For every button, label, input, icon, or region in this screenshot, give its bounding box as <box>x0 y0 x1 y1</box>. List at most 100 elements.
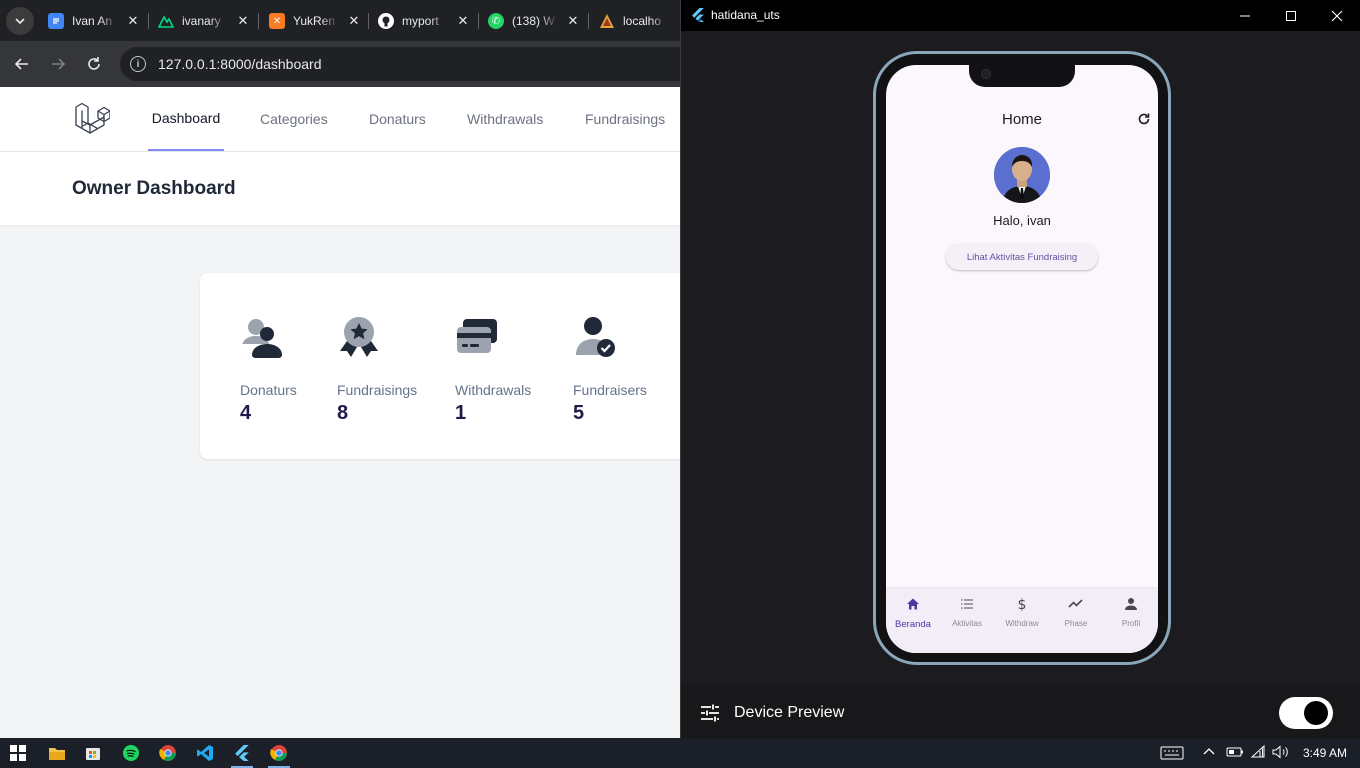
nav-label: Fundraisings <box>585 111 666 127</box>
close-icon[interactable]: ✕ <box>456 13 470 29</box>
reload-button[interactable] <box>81 51 107 77</box>
tab-search-button[interactable] <box>6 7 34 35</box>
start-button[interactable] <box>3 741 33 765</box>
forward-button[interactable] <box>45 51 71 77</box>
taskbar-spotify[interactable] <box>116 741 146 765</box>
tab-title: (138) W <box>512 14 555 28</box>
taskbar-vscode[interactable] <box>190 741 220 765</box>
github-icon <box>378 13 394 29</box>
svg-text:$: $ <box>1018 597 1027 612</box>
tray-wifi-icon[interactable] <box>1250 744 1266 762</box>
close-icon[interactable]: ✕ <box>347 13 361 29</box>
windows-logo-icon <box>10 745 26 761</box>
laravel-logo-icon[interactable] <box>74 101 110 137</box>
address-bar[interactable]: i 127.0.0.1:8000/dashboard <box>120 47 681 81</box>
bottom-nav-phase[interactable]: Phase <box>1049 596 1103 628</box>
stats-card: Donaturs 4 Fundraisings 8 Withdrawals 1 <box>200 273 681 459</box>
tab-divider <box>588 13 589 29</box>
browser-tab-nuxt[interactable]: ivanary ✕ <box>158 7 250 35</box>
stat-value: 4 <box>240 402 252 424</box>
window-titlebar: hatidana_uts <box>681 0 1360 31</box>
user-check-icon <box>576 317 615 357</box>
taskbar-chrome-profile[interactable] <box>264 741 294 768</box>
minimize-button[interactable] <box>1222 0 1268 31</box>
tab-divider <box>148 13 149 29</box>
nav-withdrawals[interactable]: Withdrawals <box>467 87 543 151</box>
xampp-icon: ✕ <box>269 13 285 29</box>
whatsapp-icon: ✆ <box>488 13 504 29</box>
stat-value: 8 <box>337 402 349 424</box>
tray-volume-icon[interactable] <box>1272 745 1290 762</box>
stat-label: Fundraisings <box>337 382 418 398</box>
flutter-logo-icon <box>235 745 249 761</box>
taskbar-flutter-app[interactable] <box>227 741 257 768</box>
back-button[interactable] <box>9 51 35 77</box>
vscode-icon <box>197 745 213 761</box>
browser-tab-whatsapp[interactable]: ✆ (138) W ✕ <box>488 7 580 35</box>
chrome-icon <box>270 745 287 761</box>
stat-value: 1 <box>455 402 467 424</box>
nav-dashboard[interactable]: Dashboard <box>148 87 224 151</box>
bottom-nav-aktivitas[interactable]: Aktivitas <box>940 596 994 628</box>
nuxt-icon <box>158 13 174 29</box>
taskbar-clock[interactable]: 3:49 AM <box>1303 746 1347 760</box>
camera-icon <box>981 69 991 79</box>
phone-frame: Home Halo, ivan Lihat Aktivitas Fundrais… <box>873 51 1171 665</box>
flutter-window: hatidana_uts Home Halo, ivan Lihat Aktiv… <box>680 0 1360 738</box>
device-preview-label: Device Preview <box>734 704 845 721</box>
tune-settings-icon[interactable] <box>700 703 720 723</box>
nav-donaturs[interactable]: Donaturs <box>369 87 426 151</box>
app-navigation: Dashboard Categories Donaturs Withdrawal… <box>0 87 681 152</box>
chevron-down-icon <box>15 18 25 25</box>
browser-tab-github[interactable]: myport ✕ <box>378 7 470 35</box>
taskbar-file-explorer[interactable] <box>42 741 72 765</box>
site-info-icon[interactable]: i <box>130 56 146 72</box>
refresh-icon[interactable] <box>1136 111 1152 127</box>
page-title: Owner Dashboard <box>72 178 236 199</box>
bottom-nav-label: Withdraw <box>1005 619 1039 628</box>
phone-notch <box>969 65 1075 87</box>
dollar-icon: $ <box>1018 597 1027 613</box>
tab-divider <box>478 13 479 29</box>
address-url[interactable]: 127.0.0.1:8000/dashboard <box>158 56 321 72</box>
taskbar-chrome[interactable] <box>153 741 183 765</box>
bottom-nav-withdraw[interactable]: $ Withdraw <box>995 596 1049 628</box>
stat-label: Fundraisers <box>573 382 647 398</box>
close-icon <box>1331 10 1343 21</box>
browser-window: Ivan An ✕ ivanary ✕ ✕ YukRen ✕ myport ✕ … <box>0 0 681 738</box>
users-icon <box>242 319 282 358</box>
xampp-localhost-icon <box>599 13 615 29</box>
close-window-button[interactable] <box>1314 0 1360 31</box>
tray-keyboard-icon[interactable] <box>1160 745 1184 764</box>
device-preview-toggle[interactable] <box>1279 697 1333 729</box>
bottom-nav-beranda[interactable]: Beranda <box>886 596 940 630</box>
nav-fundraisings[interactable]: Fundraisings <box>585 87 665 151</box>
close-icon[interactable]: ✕ <box>126 13 140 29</box>
avatar <box>994 147 1050 203</box>
maximize-button[interactable] <box>1268 0 1314 31</box>
tray-chevron-up-icon[interactable] <box>1202 745 1216 762</box>
taskbar-store[interactable] <box>78 741 108 765</box>
folder-icon <box>49 748 65 760</box>
close-icon[interactable]: ✕ <box>236 13 250 29</box>
page-header: Owner Dashboard <box>0 152 681 225</box>
stat-fundraisers: Fundraisers 5 <box>573 315 647 425</box>
stat-label: Withdrawals <box>455 382 532 398</box>
trending-icon <box>1068 599 1083 608</box>
nav-label: Categories <box>260 111 328 127</box>
browser-tab-docs[interactable]: Ivan An ✕ <box>48 7 140 35</box>
store-icon <box>86 748 100 760</box>
stat-withdrawals: Withdrawals 1 <box>455 315 531 425</box>
button-label: Lihat Aktivitas Fundraising <box>966 251 1078 263</box>
home-icon <box>907 598 919 610</box>
bottom-nav-profil[interactable]: Profil <box>1104 596 1158 628</box>
nav-label: Donaturs <box>369 111 426 127</box>
tray-battery-icon[interactable] <box>1226 745 1244 762</box>
browser-tab-localhost[interactable]: localho ✕ <box>599 7 681 35</box>
view-fundraising-activity-button[interactable]: Lihat Aktivitas Fundraising <box>946 244 1098 270</box>
browser-tab-xampp[interactable]: ✕ YukRen ✕ <box>269 7 361 35</box>
nav-categories[interactable]: Categories <box>260 87 328 151</box>
close-icon[interactable]: ✕ <box>566 13 580 29</box>
minimize-icon <box>1240 15 1250 16</box>
arrow-right-icon <box>52 58 66 70</box>
